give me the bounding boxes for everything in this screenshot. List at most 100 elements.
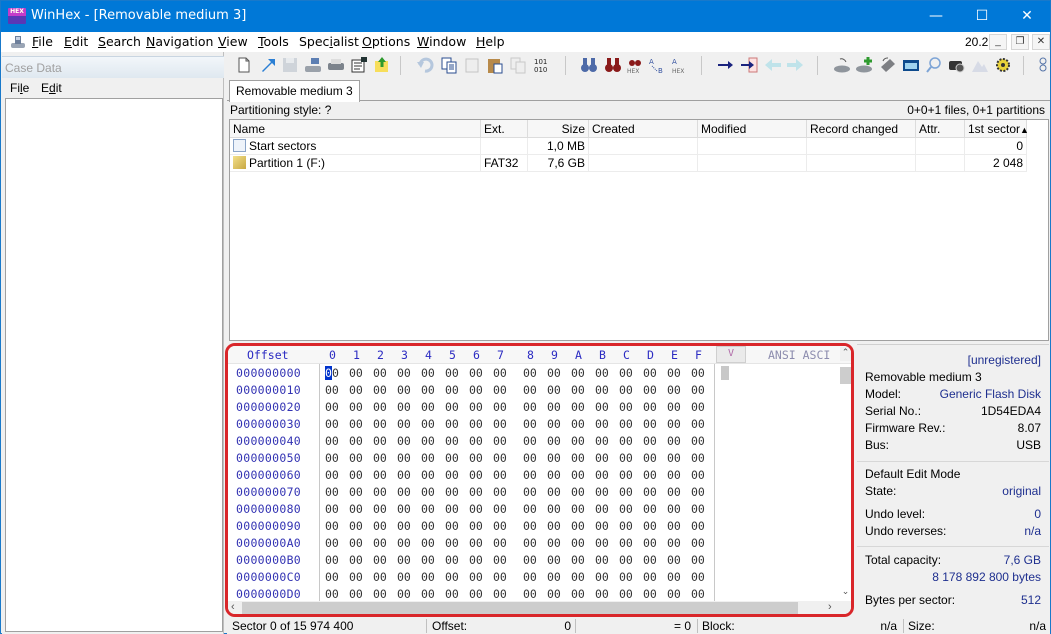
hex-offset[interactable]: 000000000 <box>236 366 301 380</box>
hex-byte[interactable]: 00 <box>547 587 561 601</box>
case-menu-edit[interactable]: Edit <box>41 81 62 95</box>
hex-byte[interactable]: 00 <box>373 383 387 397</box>
hex-byte[interactable]: 00 <box>523 553 537 567</box>
hex-byte[interactable]: 00 <box>445 383 459 397</box>
hex-byte[interactable]: 00 <box>349 519 363 533</box>
hex-byte[interactable]: 00 <box>445 502 459 516</box>
hex-byte[interactable]: 00 <box>325 587 339 601</box>
hex-byte[interactable]: 00 <box>469 502 483 516</box>
hex-offset[interactable]: 000000050 <box>236 451 301 465</box>
properties-icon[interactable] <box>349 55 369 75</box>
hex-byte[interactable]: 00 <box>469 536 483 550</box>
hex-byte[interactable]: 00 <box>445 587 459 601</box>
hex-byte[interactable]: 00 <box>619 536 633 550</box>
hex-byte[interactable]: 00 <box>691 570 705 584</box>
hex-byte[interactable]: 00 <box>325 468 339 482</box>
hex-byte[interactable]: 00 <box>493 417 507 431</box>
hex-byte[interactable]: 00 <box>643 383 657 397</box>
new-file-icon[interactable] <box>234 55 254 75</box>
hex-byte[interactable]: 00 <box>373 434 387 448</box>
hex-byte[interactable]: 00 <box>421 485 435 499</box>
hex-byte[interactable]: 00 <box>373 536 387 550</box>
hex-byte[interactable]: 00 <box>595 434 609 448</box>
hex-byte[interactable]: 00 <box>445 570 459 584</box>
hex-byte[interactable]: 00 <box>547 485 561 499</box>
hex-byte[interactable]: 00 <box>445 417 459 431</box>
analyze-icon[interactable] <box>924 55 944 75</box>
hex-byte[interactable]: 00 <box>619 570 633 584</box>
hex-byte[interactable]: 00 <box>667 570 681 584</box>
scroll-left-icon[interactable]: ‹ <box>231 601 235 613</box>
horizontal-scroll-thumb[interactable] <box>242 602 798 614</box>
tab-removable-medium-3[interactable]: Removable medium 3 <box>229 80 360 102</box>
go-to-sector-icon[interactable] <box>739 55 759 75</box>
hex-byte[interactable]: 00 <box>523 383 537 397</box>
column-header-first-sector[interactable]: 1st sector▲ <box>965 120 1029 138</box>
hex-byte[interactable]: 00 <box>523 519 537 533</box>
hex-byte[interactable]: 00 <box>643 587 657 601</box>
hex-byte[interactable]: 00 <box>325 417 339 431</box>
mdi-close-button[interactable]: ✕ <box>1032 34 1050 50</box>
hex-byte[interactable]: 00 <box>547 366 561 380</box>
hex-byte[interactable]: 00 <box>325 366 339 380</box>
minimize-button[interactable]: — <box>913 1 959 32</box>
hex-byte[interactable]: 00 <box>397 519 411 533</box>
hex-byte[interactable]: 00 <box>523 485 537 499</box>
hex-byte[interactable]: 00 <box>469 434 483 448</box>
hex-byte[interactable]: 00 <box>667 587 681 601</box>
hex-byte[interactable]: 00 <box>667 485 681 499</box>
hex-byte[interactable]: 00 <box>421 536 435 550</box>
hex-offset[interactable]: 0000000C0 <box>236 570 301 584</box>
hex-byte[interactable]: 00 <box>523 417 537 431</box>
hex-byte[interactable]: 00 <box>349 468 363 482</box>
hex-byte[interactable]: 00 <box>667 383 681 397</box>
clone-disk-icon[interactable] <box>855 55 875 75</box>
hex-byte[interactable]: 00 <box>643 570 657 584</box>
hex-byte[interactable]: 00 <box>547 383 561 397</box>
hex-byte[interactable]: 00 <box>595 485 609 499</box>
close-button[interactable]: ✕ <box>1004 1 1050 32</box>
hex-byte[interactable]: 00 <box>421 451 435 465</box>
hex-byte[interactable]: 00 <box>469 400 483 414</box>
hex-byte[interactable]: 00 <box>421 417 435 431</box>
hex-byte[interactable]: 00 <box>667 519 681 533</box>
hex-byte[interactable]: 00 <box>469 553 483 567</box>
hex-offset[interactable]: 000000090 <box>236 519 301 533</box>
hex-byte[interactable]: 00 <box>445 451 459 465</box>
case-menu-file[interactable]: File <box>10 81 29 95</box>
hex-byte[interactable]: 00 <box>373 587 387 601</box>
hex-byte[interactable]: 00 <box>349 553 363 567</box>
find-text-icon[interactable] <box>579 55 599 75</box>
hex-byte[interactable]: 00 <box>397 536 411 550</box>
hex-byte[interactable]: 00 <box>397 485 411 499</box>
hex-byte[interactable]: 00 <box>373 451 387 465</box>
hex-byte[interactable]: 00 <box>571 417 585 431</box>
export-icon[interactable] <box>372 55 392 75</box>
menu-file[interactable]: File <box>32 34 53 49</box>
hex-byte[interactable]: 00 <box>397 570 411 584</box>
hex-byte[interactable]: 00 <box>547 417 561 431</box>
hex-byte[interactable]: 00 <box>691 417 705 431</box>
hex-byte[interactable]: 00 <box>493 519 507 533</box>
hex-byte[interactable]: 00 <box>523 502 537 516</box>
hex-byte[interactable]: 00 <box>469 451 483 465</box>
hex-byte[interactable]: 00 <box>571 468 585 482</box>
replace-hex-icon[interactable]: A HEX <box>670 55 690 75</box>
hex-byte[interactable]: 00 <box>547 451 561 465</box>
hex-offset[interactable]: 0000000A0 <box>236 536 301 550</box>
hex-offset[interactable]: 000000010 <box>236 383 301 397</box>
hex-byte[interactable]: 00 <box>667 536 681 550</box>
hex-byte[interactable]: 00 <box>667 502 681 516</box>
menu-specialist[interactable]: Specialist <box>299 34 359 49</box>
column-header-record-changed[interactable]: Record changed <box>807 120 916 138</box>
hex-byte[interactable]: 00 <box>373 570 387 584</box>
snapshot-icon[interactable] <box>947 55 967 75</box>
hex-byte[interactable]: 00 <box>397 383 411 397</box>
hex-byte[interactable]: 00 <box>445 519 459 533</box>
hex-byte[interactable]: 00 <box>643 434 657 448</box>
hex-byte[interactable]: 00 <box>523 587 537 601</box>
partition-row[interactable]: Partition 1 (F:) FAT32 7,6 GB 2 048 <box>230 155 1027 172</box>
hex-byte[interactable]: 00 <box>595 383 609 397</box>
hex-byte[interactable]: 00 <box>421 587 435 601</box>
hex-byte[interactable]: 00 <box>691 553 705 567</box>
